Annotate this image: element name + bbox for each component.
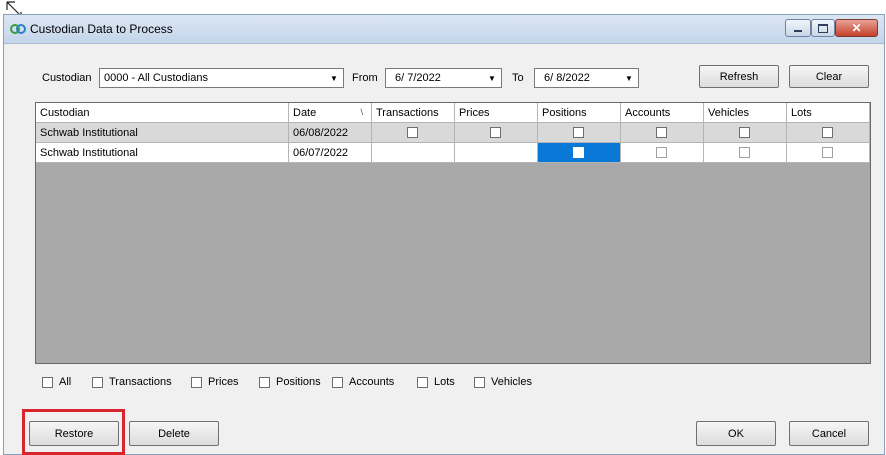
filter-positions-label: Positions (276, 376, 321, 388)
custodian-cell[interactable]: Schwab Institutional (36, 123, 289, 143)
filter-accounts[interactable]: Accounts (332, 376, 394, 388)
filter-accounts-checkbox[interactable] (332, 376, 343, 388)
filter-transactions[interactable]: Transactions (92, 376, 172, 388)
vehicles-checkbox[interactable] (739, 126, 750, 138)
filter-prices-checkbox[interactable] (191, 376, 202, 388)
close-icon: ✕ (851, 21, 862, 35)
filter-transactions-checkbox[interactable] (92, 376, 103, 388)
accounts-checkbox[interactable] (656, 126, 667, 138)
grid-header-row: Custodian Date \ Transactions Prices Pos… (36, 103, 870, 123)
custodian-data-window: Custodian Data to Process ✕ Custodian 00… (3, 14, 885, 455)
column-header-positions[interactable]: Positions (538, 103, 621, 123)
filter-accounts-label: Accounts (349, 376, 395, 388)
column-header-date[interactable]: Date \ (289, 103, 372, 123)
to-date-picker[interactable]: 6/ 8/2022 ▼ (534, 68, 639, 88)
table-row[interactable]: Schwab Institutional 06/07/2022 (36, 143, 870, 163)
filter-transactions-label: Transactions (109, 376, 172, 388)
app-logo-icon (10, 24, 26, 34)
transactions-cell[interactable] (372, 123, 455, 143)
custodian-select[interactable]: 0000 - All Custodians ▼ (99, 68, 344, 88)
from-date-value: 6/ 7/2022 (395, 72, 441, 84)
vehicles-cell[interactable] (704, 123, 787, 143)
vehicles-checkbox[interactable] (739, 146, 750, 158)
filter-lots[interactable]: Lots (417, 376, 455, 388)
chevron-down-icon[interactable]: ▼ (326, 70, 342, 86)
column-header-lots[interactable]: Lots (787, 103, 870, 123)
sort-indicator-icon: \ (360, 107, 363, 117)
accounts-cell[interactable] (621, 123, 704, 143)
filter-vehicles[interactable]: Vehicles (474, 376, 532, 388)
filter-positions[interactable]: Positions (259, 376, 321, 388)
clear-button[interactable]: Clear (789, 65, 869, 88)
vehicles-cell[interactable] (704, 143, 787, 163)
filter-all-label: All (59, 376, 72, 388)
filter-all[interactable]: All (42, 376, 71, 388)
to-date-value: 6/ 8/2022 (544, 72, 590, 84)
minimize-button[interactable] (785, 19, 811, 37)
custodian-data-grid[interactable]: Custodian Date \ Transactions Prices Pos… (35, 102, 871, 364)
from-label: From (352, 72, 378, 84)
filter-vehicles-checkbox[interactable] (474, 376, 485, 388)
date-cell[interactable]: 06/08/2022 (289, 123, 372, 143)
close-button[interactable]: ✕ (835, 19, 878, 37)
minimize-icon (794, 30, 802, 32)
transactions-checkbox[interactable] (407, 126, 418, 138)
column-header-custodian[interactable]: Custodian (36, 103, 289, 123)
refresh-button[interactable]: Refresh (699, 65, 779, 88)
filter-prices[interactable]: Prices (191, 376, 239, 388)
custodian-cell[interactable]: Schwab Institutional (36, 143, 289, 163)
column-header-accounts[interactable]: Accounts (621, 103, 704, 123)
lots-checkbox[interactable] (822, 126, 833, 138)
lots-checkbox[interactable] (822, 146, 833, 158)
prices-checkbox[interactable] (490, 126, 501, 138)
filter-vehicles-label: Vehicles (491, 376, 532, 388)
date-cell[interactable]: 06/07/2022 (289, 143, 372, 163)
column-header-prices[interactable]: Prices (455, 103, 538, 123)
column-header-date-label: Date (293, 106, 317, 119)
ok-button[interactable]: OK (696, 421, 776, 446)
chevron-down-icon[interactable]: ▼ (621, 70, 637, 86)
maximize-button[interactable] (811, 19, 835, 37)
filter-positions-checkbox[interactable] (259, 376, 270, 388)
from-date-picker[interactable]: 6/ 7/2022 ▼ (385, 68, 502, 88)
cancel-button[interactable]: Cancel (789, 421, 869, 446)
title-bar[interactable]: Custodian Data to Process ✕ (4, 15, 884, 44)
table-row[interactable]: Schwab Institutional 06/08/2022 (36, 123, 870, 143)
positions-cell[interactable] (538, 123, 621, 143)
positions-checkbox[interactable] (573, 146, 584, 158)
transactions-cell[interactable] (372, 143, 455, 163)
to-label: To (512, 72, 524, 84)
prices-cell[interactable] (455, 143, 538, 163)
lots-cell[interactable] (787, 143, 870, 163)
filter-all-checkbox[interactable] (42, 376, 53, 388)
custodian-select-value: 0000 - All Custodians (104, 72, 208, 84)
filter-prices-label: Prices (208, 376, 239, 388)
maximize-icon (818, 23, 828, 33)
prices-cell[interactable] (455, 123, 538, 143)
column-header-transactions[interactable]: Transactions (372, 103, 455, 123)
accounts-checkbox[interactable] (656, 146, 667, 158)
lots-cell[interactable] (787, 123, 870, 143)
restore-button-highlight (22, 409, 125, 455)
positions-checkbox[interactable] (573, 126, 584, 138)
chevron-down-icon[interactable]: ▼ (484, 70, 500, 86)
column-header-vehicles[interactable]: Vehicles (704, 103, 787, 123)
accounts-cell[interactable] (621, 143, 704, 163)
positions-cell-selected[interactable] (538, 143, 621, 163)
delete-button[interactable]: Delete (129, 421, 219, 446)
custodian-label: Custodian (42, 72, 92, 84)
filter-lots-checkbox[interactable] (417, 376, 428, 388)
filter-lots-label: Lots (434, 376, 455, 388)
window-title: Custodian Data to Process (30, 22, 173, 36)
